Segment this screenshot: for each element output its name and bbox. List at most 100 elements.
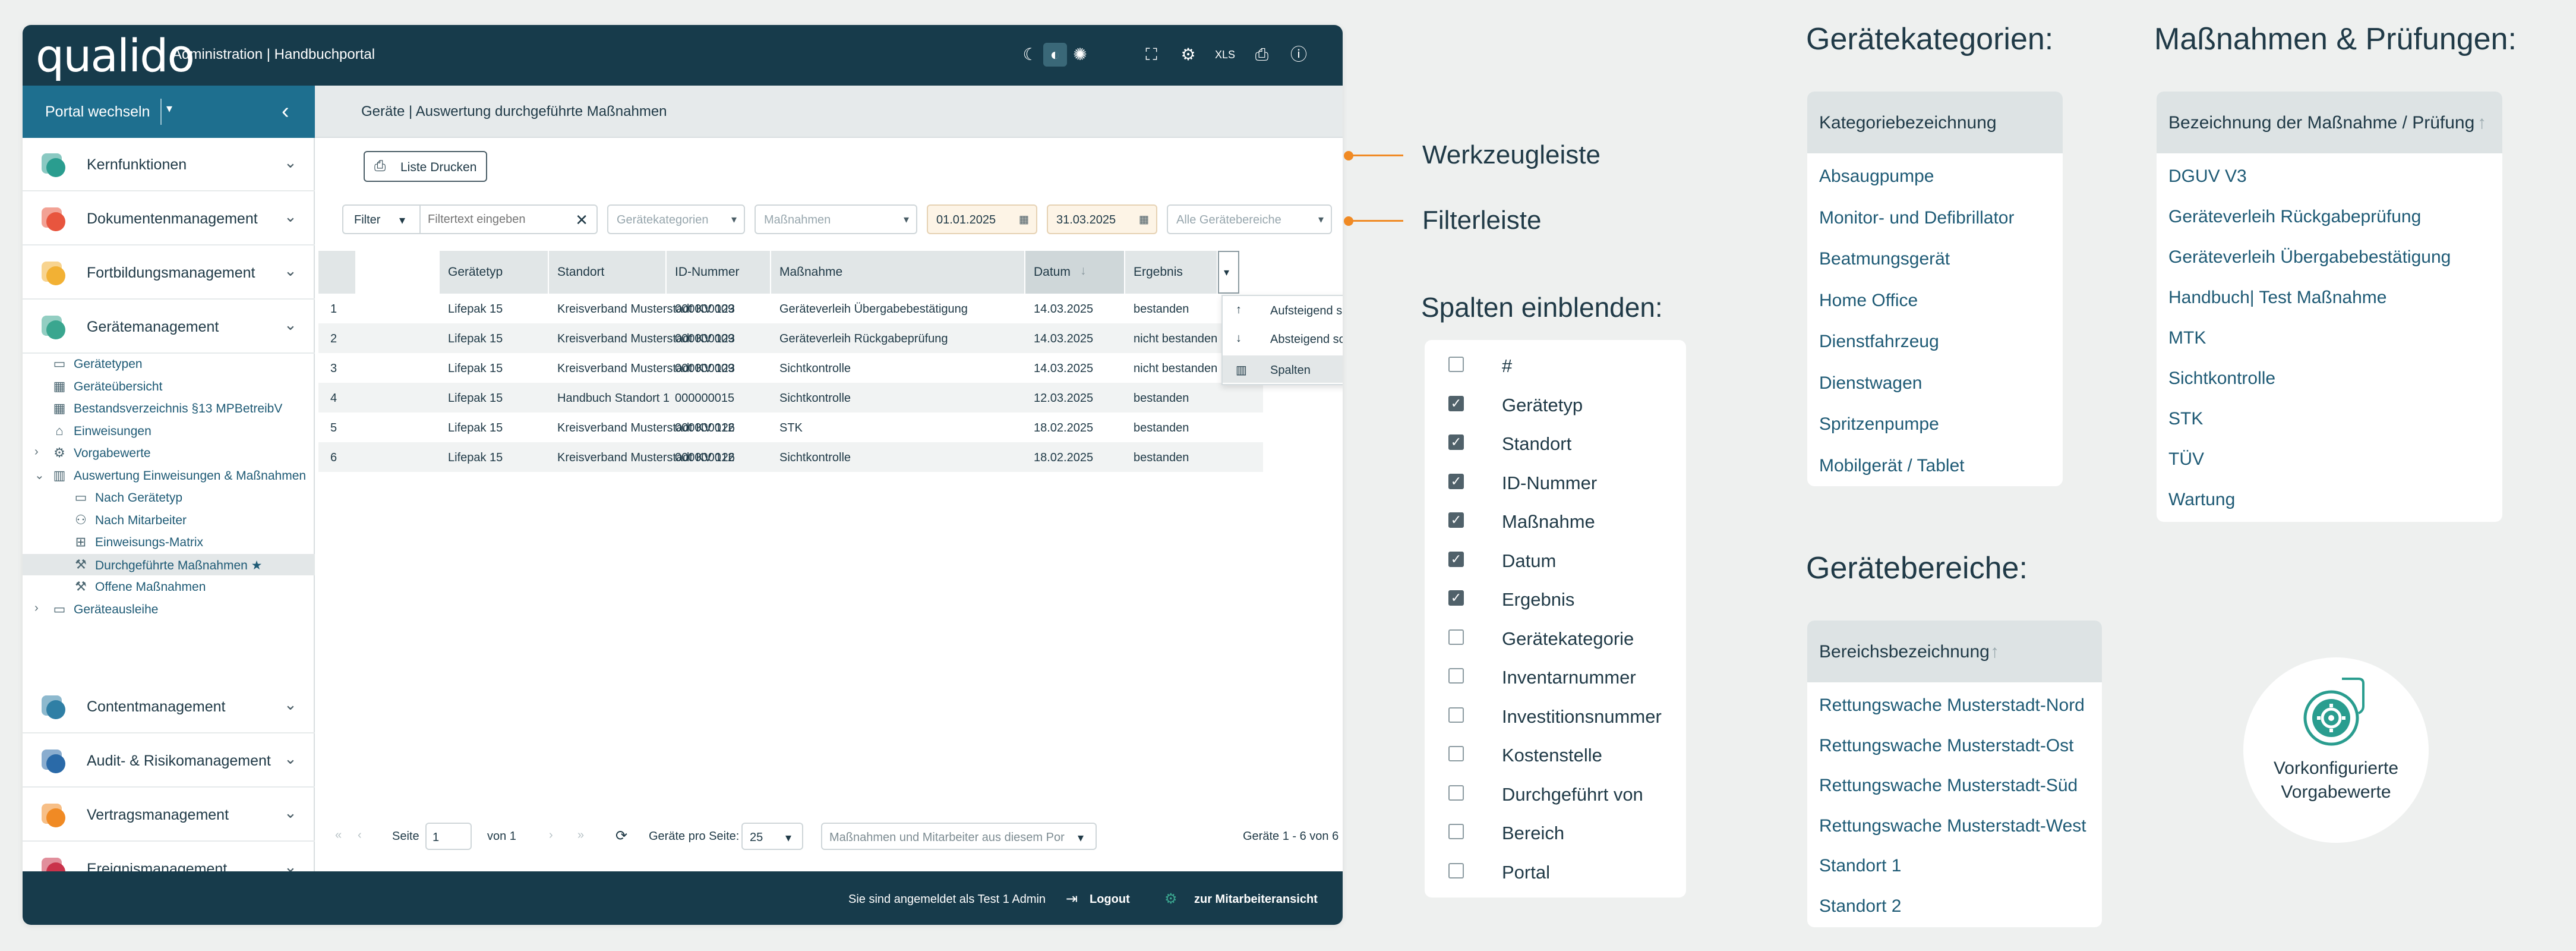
calendar-icon[interactable]: ▦ [1139, 213, 1149, 226]
sort-desc-icon[interactable]: ↓ [1080, 264, 1087, 278]
column-toggle-row[interactable]: ✓ Ergebnis [1425, 580, 1686, 619]
column-checkbox[interactable] [1448, 707, 1464, 723]
date-from-field[interactable]: 01.01.2025 ▦ [927, 204, 1037, 234]
portal-switch-bar[interactable]: Portal wechseln ▾ ‹ [23, 86, 315, 138]
column-toggle-row[interactable]: Investitionsnummer [1425, 697, 1686, 736]
column-checkbox[interactable]: ✓ [1448, 512, 1464, 528]
column-header-datum[interactable]: Datum ↓ [1025, 251, 1125, 294]
measures-select[interactable]: Maßnahmen ▾ [755, 204, 917, 234]
list-item[interactable]: Monitor- und Defibrillator [1819, 208, 2014, 228]
column-checkbox[interactable] [1448, 746, 1464, 761]
list-item[interactable]: Home Office [1819, 291, 1918, 311]
moon-icon[interactable]: ☾ [1018, 43, 1042, 67]
date-to-field[interactable]: 31.03.2025 ▦ [1047, 204, 1157, 234]
list-item[interactable]: Rettungswache Musterstadt-Süd [1819, 776, 2078, 796]
sidebar-module-fortbildungsmanagement[interactable]: Fortbildungsmanagement ⌄ [23, 246, 315, 300]
column-toggle-row[interactable]: Portal [1425, 852, 1686, 892]
clear-icon[interactable]: ✕ [575, 211, 588, 229]
sidebar-item-1[interactable]: ▭ Gerätetypen [23, 353, 315, 374]
list-item[interactable]: STK [2168, 409, 2203, 429]
prev-page-icon[interactable]: ‹ [358, 829, 362, 842]
list-item[interactable]: Standort 1 [1819, 856, 1901, 876]
sidebar-item-7[interactable]: ▭ Nach Gerätetyp [23, 487, 315, 508]
column-checkbox[interactable] [1448, 357, 1464, 372]
column-header-standort[interactable]: Standort [549, 251, 667, 294]
last-page-icon[interactable]: » [577, 829, 584, 842]
column-checkbox[interactable]: ✓ [1448, 434, 1464, 450]
table-row[interactable]: 3 Lifepak 15 Kreisverband Musterstadt KV 1… [318, 353, 1263, 383]
portal-switch-label[interactable]: Portal wechseln [45, 103, 150, 121]
column-toggle-row[interactable]: ✓ Gerätetyp [1425, 385, 1686, 424]
printer-icon[interactable]: ⎙ [1250, 43, 1274, 67]
sidebar-module-contentmanagement[interactable]: Contentmanagement ⌄ [23, 680, 315, 733]
sidebar-item-10[interactable]: ⚒ Durchgeführte Maßnahmen ★ [23, 553, 315, 575]
sidebar-item-5[interactable]: › ⚙ Vorgabewerte [23, 442, 315, 464]
collapse-sidebar-icon[interactable]: ‹ [282, 99, 289, 124]
list-item[interactable]: Dienstwagen [1819, 373, 1922, 393]
list-item[interactable]: Handbuch| Test Maßnahme [2168, 288, 2386, 308]
contrast-icon[interactable]: ◐ [1043, 43, 1067, 67]
chevron-down-icon[interactable]: ▾ [166, 101, 172, 116]
table-row[interactable]: 5 Lifepak 15 Kreisverband Musterstadt KV 1… [318, 412, 1263, 442]
column-checkbox[interactable]: ✓ [1448, 395, 1464, 411]
filter-text-input[interactable] [428, 210, 570, 228]
calendar-icon[interactable]: ▦ [1019, 213, 1029, 226]
list-item[interactable]: MTK [2168, 328, 2206, 348]
column-checkbox[interactable] [1448, 629, 1464, 645]
categories-select[interactable]: Gerätekategorien ▾ [607, 204, 745, 234]
employee-view-icon[interactable]: ⚙ [1164, 890, 1177, 908]
sidebar-item-8[interactable]: ⚇ Nach Mitarbeiter [23, 509, 315, 531]
table-row[interactable]: 2 Lifepak 15 Kreisverband Musterstadt KV 1… [318, 323, 1263, 353]
list-item[interactable]: Rettungswache Musterstadt-West [1819, 816, 2086, 836]
column-toggle-row[interactable]: Inventarnummer [1425, 657, 1686, 697]
sidebar-item-3[interactable]: ▦ Bestandsverzeichnis §13 MPBetreibV [23, 398, 315, 419]
logout-link[interactable]: Logout [1090, 893, 1130, 906]
column-toggle-row[interactable]: # [1425, 346, 1686, 385]
qualido-logo[interactable]: qualido [36, 33, 195, 78]
column-checkbox[interactable]: ✓ [1448, 473, 1464, 489]
table-row[interactable]: 1 Lifepak 15 Kreisverband Musterstadt KV 1… [318, 294, 1263, 323]
column-toggle-row[interactable]: ✓ Maßnahme [1425, 502, 1686, 541]
list-item[interactable]: Geräteverleih Rückgabeprüfung [2168, 207, 2421, 227]
first-page-icon[interactable]: « [335, 829, 342, 842]
scope-select[interactable]: Maßnahmen und Mitarbeiter aus diesem Por… [821, 823, 1097, 850]
screenshot-icon[interactable]: ⛶ [1139, 43, 1163, 67]
column-toggle-row[interactable]: ✓ Standort [1425, 424, 1686, 463]
column-header-maßnahme[interactable]: Maßnahme [771, 251, 1025, 294]
sidebar-item-11[interactable]: ⚒ Offene Maßnahmen [23, 576, 315, 597]
list-item[interactable]: Wartung [2168, 490, 2235, 510]
filter-type-button[interactable]: Filter ▾ [343, 206, 421, 233]
sidebar-module-dokumentenmanagement[interactable]: Dokumentenmanagement ⌄ [23, 192, 315, 245]
column-toggle-row[interactable]: Gerätekategorie [1425, 619, 1686, 658]
list-item[interactable]: Absaugpumpe [1819, 166, 1934, 187]
column-toggle-row[interactable]: Bereich [1425, 813, 1686, 852]
sidebar-item-9[interactable]: ⊞ Einweisungs-Matrix [23, 531, 315, 553]
employee-view-link[interactable]: zur Mitarbeiteransicht [1194, 893, 1318, 906]
chevron-down-icon[interactable]: ⌄ [34, 468, 45, 483]
column-header-ergebnis[interactable]: Ergebnis [1125, 251, 1218, 294]
list-item[interactable]: Rettungswache Musterstadt-Nord [1819, 695, 2085, 716]
list-item[interactable]: Mobilgerät / Tablet [1819, 456, 1965, 476]
list-item[interactable]: Geräteverleih Übergabebestätigung [2168, 247, 2451, 267]
sidebar-item-2[interactable]: ▦ Geräteübersicht [23, 376, 315, 397]
list-item[interactable]: Spritzenpumpe [1819, 414, 1939, 434]
sidebar-item-6[interactable]: ⌄ ▥ Auswertung Einweisungen & Maßnahmen [23, 465, 315, 486]
logout-icon[interactable]: ⇥ [1066, 890, 1078, 908]
help-icon[interactable]: ⓘ [1287, 43, 1311, 67]
sidebar-module-vertragsmanagement[interactable]: Vertragsmanagement ⌄ [23, 788, 315, 842]
sidebar-module-gerätemanagement[interactable]: Gerätemanagement ⌄ [23, 300, 315, 354]
column-header-gerätetyp[interactable]: Gerätetyp [440, 251, 549, 294]
column-header-id-nummer[interactable]: ID-Nummer [667, 251, 771, 294]
list-item[interactable]: DGUV V3 [2168, 166, 2247, 187]
per-page-select[interactable]: 25 ▾ [741, 823, 803, 850]
sort-descending-item[interactable]: ↓ Absteigend sortieren [1223, 325, 1343, 352]
sidebar-module-kernfunktionen[interactable]: Kernfunktionen ⌄ [23, 138, 315, 191]
areas-select[interactable]: Alle Gerätebereiche ▾ [1167, 204, 1332, 234]
list-item[interactable]: TÜV [2168, 449, 2204, 470]
column-toggle-row[interactable]: Durchgeführt von [1425, 774, 1686, 814]
column-toggle-row[interactable]: ✓ ID-Nummer [1425, 463, 1686, 502]
gear-icon[interactable]: ⚙ [1176, 43, 1200, 67]
refresh-icon[interactable]: ⟳ [615, 827, 627, 845]
list-item[interactable]: Beatmungsgerät [1819, 249, 1950, 269]
sidebar-item-4[interactable]: ⌂ Einweisungen [23, 420, 315, 442]
